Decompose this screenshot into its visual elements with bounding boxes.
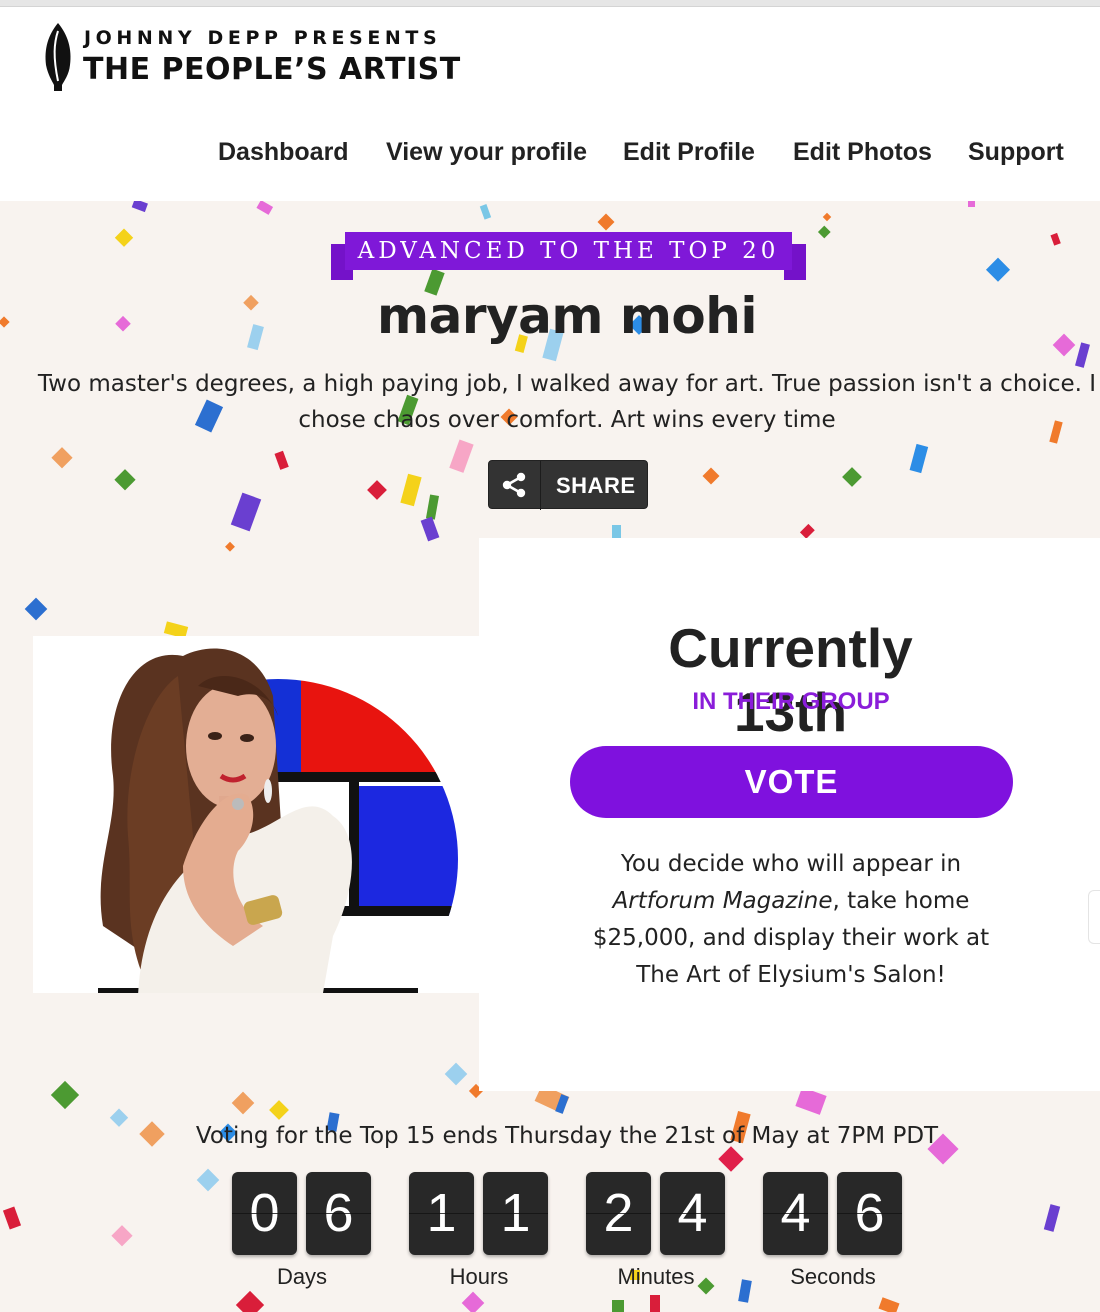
nav-edit-profile[interactable]: Edit Profile [623,138,755,167]
nav-edit-photos[interactable]: Edit Photos [793,138,932,167]
site-header: JOHNNY DEPP PRESENTS THE PEOPLE’S ARTIST… [0,7,1100,201]
browser-top-edge [0,0,1100,7]
artist-bio: Two master's degrees, a high paying job,… [0,366,1100,438]
vote-desc-line-3: $25,000, and display their work at [592,925,990,951]
countdown-digit: 1 [409,1172,474,1255]
artist-photo-card [33,636,480,993]
share-icon-container [489,461,541,510]
brand-presenter: JOHNNY DEPP PRESENTS [84,27,442,49]
badge-label: ADVANCED TO THE TOP 20 [345,232,792,270]
countdown-digit: 4 [763,1172,828,1255]
current-rank: Currently 13th [619,616,962,750]
countdown-note: Voting for the Top 15 ends Thursday the … [195,1123,939,1149]
share-button[interactable]: SHARE [488,460,648,510]
countdown-digit: 6 [837,1172,902,1255]
brand-name[interactable]: THE PEOPLE’S ARTIST [83,52,461,87]
artist-photo[interactable] [33,636,480,993]
countdown-digit: 0 [232,1172,297,1255]
countdown-digit: 1 [483,1172,548,1255]
bio-line-2: chose chaos over comfort. Art wins every… [298,407,836,433]
share-icon [502,472,526,498]
artist-name: maryam mohi [376,287,758,345]
main-nav: Dashboard View your profile Edit Profile… [0,138,1100,172]
countdown-label-minutes: Minutes [617,1264,695,1289]
magazine-name: Artforum Magazine [612,888,833,914]
countdown-digit: 6 [306,1172,371,1255]
vote-desc-line-4: The Art of Elysium's Salon! [636,962,946,988]
vote-description: You decide who will appear in Artforum M… [571,846,1011,994]
ranking-card: Currently 13th IN THEIR GROUP VOTE You d… [479,538,1100,1091]
rank-subtitle: IN THEIR GROUP [692,688,890,715]
countdown-label-hours: Hours [449,1264,509,1289]
share-label: SHARE [556,473,636,498]
quill-logo-icon[interactable] [42,21,74,93]
nav-support[interactable]: Support [968,138,1064,167]
side-tab[interactable] [1088,890,1100,944]
nav-dashboard[interactable]: Dashboard [218,138,349,167]
vote-desc-line-2-rest: , take home [832,888,970,914]
bio-line-1: Two master's degrees, a high paying job,… [37,371,1097,397]
nav-view-profile[interactable]: View your profile [386,138,587,167]
vote-button[interactable]: VOTE [570,746,1013,818]
top20-badge: ADVANCED TO THE TOP 20 [331,232,806,280]
countdown-label-seconds: Seconds [790,1264,876,1289]
vote-desc-line-2: Artforum Magazine, take home [571,883,1011,920]
vote-desc-line-1: You decide who will appear in [620,851,962,877]
countdown-label-days: Days [276,1264,328,1289]
countdown-digit: 4 [660,1172,725,1255]
countdown-digit: 2 [586,1172,651,1255]
